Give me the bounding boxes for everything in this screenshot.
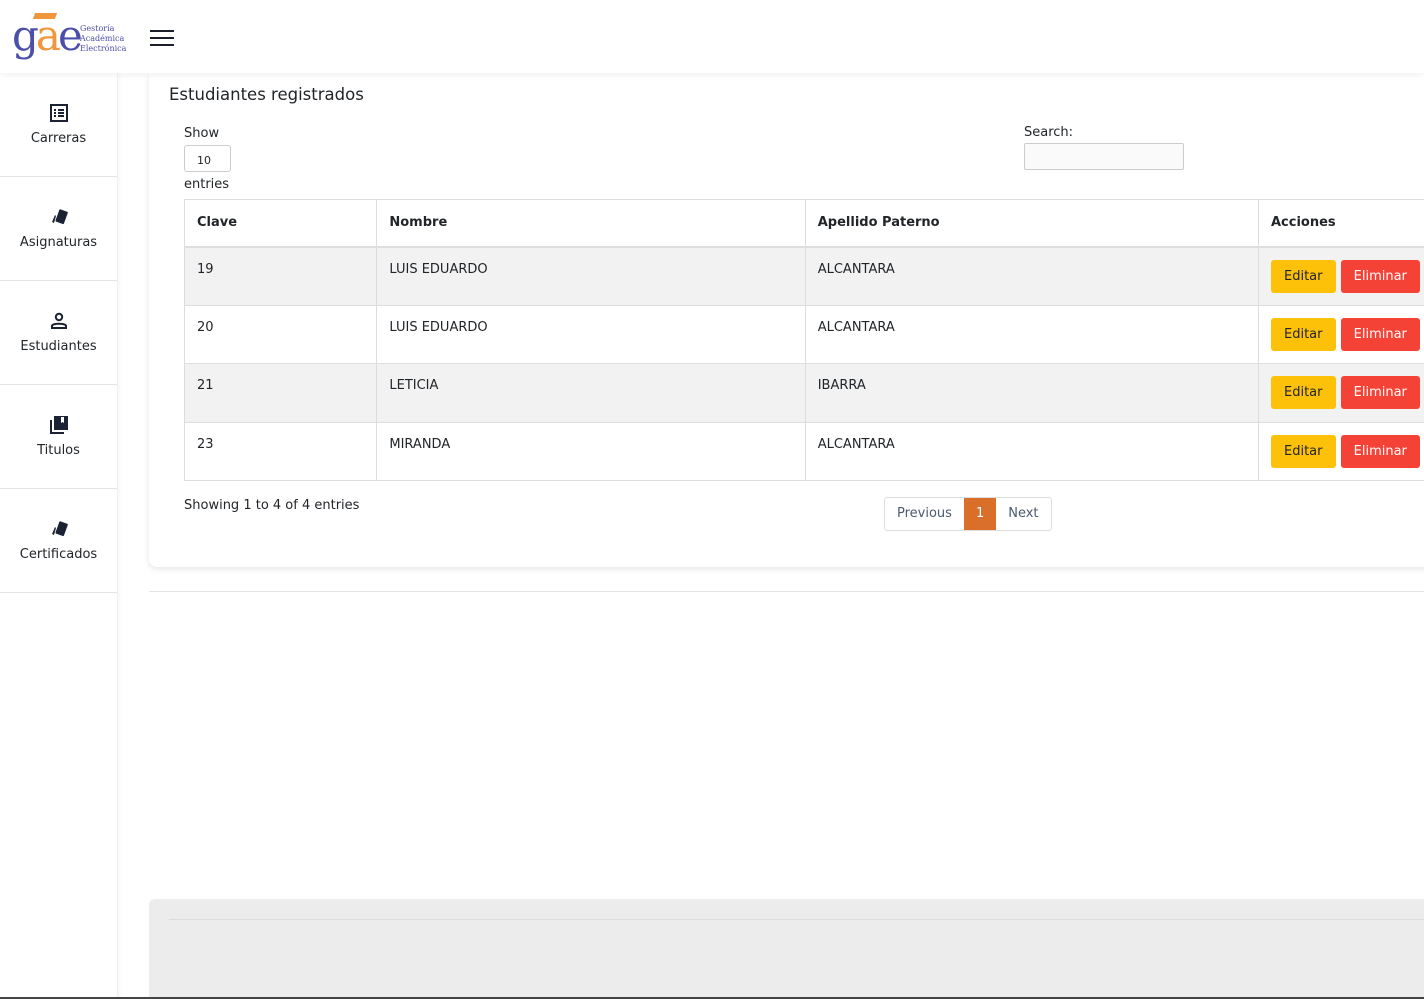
cards-icon bbox=[51, 521, 68, 537]
edit-button[interactable]: Editar bbox=[1271, 317, 1336, 351]
cell-clave: 19 bbox=[183, 246, 378, 306]
cell-clave: 21 bbox=[183, 363, 378, 423]
edit-button[interactable]: Editar bbox=[1271, 376, 1336, 409]
sidebar-item-estudiantes[interactable]: Estudiantes bbox=[0, 281, 117, 385]
library-books-icon bbox=[49, 416, 68, 434]
gae-logo[interactable]: gae Gestoría Académica Electrónica bbox=[12, 12, 127, 68]
cards-icon bbox=[51, 209, 68, 225]
cell-apellido: ALCANTARA bbox=[804, 421, 1260, 481]
students-table: Clave Nombre Apellido Paterno Acciones 1… bbox=[183, 199, 1424, 481]
divider bbox=[169, 919, 1424, 920]
entries-length-control: Show 10 entries bbox=[184, 126, 231, 192]
page-title: Estudiantes registrados bbox=[169, 85, 364, 104]
cell-apellido: IBARRA bbox=[804, 363, 1260, 423]
entries-select[interactable]: 10 bbox=[184, 145, 231, 172]
user-icon bbox=[50, 312, 67, 329]
table-row: 19 LUIS EDUARDO ALCANTARA Editar Elimina… bbox=[183, 246, 1424, 306]
hamburger-menu-icon[interactable] bbox=[150, 30, 174, 46]
cell-apellido: ALCANTARA bbox=[804, 246, 1260, 306]
column-header-nombre[interactable]: Nombre bbox=[376, 199, 806, 248]
sidebar: Carreras Asignaturas Estudiantes Titulos… bbox=[0, 73, 118, 999]
cell-nombre: LUIS EDUARDO bbox=[376, 246, 806, 306]
previous-button[interactable]: Previous bbox=[885, 498, 964, 530]
search-control: Search: bbox=[1024, 125, 1184, 170]
cell-nombre: MIRANDA bbox=[376, 421, 806, 481]
table-row: 20 LUIS EDUARDO ALCANTARA Editar Elimina… bbox=[183, 304, 1424, 364]
top-header: gae Gestoría Académica Electrónica bbox=[0, 0, 1424, 73]
delete-button[interactable]: Eliminar bbox=[1340, 434, 1420, 468]
students-card: Estudiantes registrados Show 10 entries … bbox=[149, 73, 1424, 567]
cell-acciones: Editar Eliminar bbox=[1258, 304, 1424, 364]
column-header-clave[interactable]: Clave bbox=[183, 199, 378, 248]
cell-nombre: LUIS EDUARDO bbox=[376, 304, 806, 364]
cell-apellido: ALCANTARA bbox=[804, 304, 1260, 364]
list-icon bbox=[49, 104, 68, 122]
table-row: 21 LETICIA IBARRA Editar Eliminar bbox=[183, 363, 1424, 423]
sidebar-item-asignaturas[interactable]: Asignaturas bbox=[0, 177, 117, 281]
next-button[interactable]: Next bbox=[996, 498, 1050, 530]
delete-button[interactable]: Eliminar bbox=[1340, 376, 1420, 409]
sidebar-item-certificados[interactable]: Certificados bbox=[0, 489, 117, 593]
cell-acciones: Editar Eliminar bbox=[1258, 246, 1424, 306]
column-header-apellido[interactable]: Apellido Paterno bbox=[804, 199, 1260, 248]
cell-acciones: Editar Eliminar bbox=[1258, 421, 1424, 481]
divider bbox=[149, 591, 1424, 592]
cell-clave: 23 bbox=[183, 421, 378, 481]
column-header-acciones[interactable]: Acciones bbox=[1258, 199, 1424, 248]
table-info: Showing 1 to 4 of 4 entries bbox=[184, 498, 360, 513]
sidebar-item-titulos[interactable]: Titulos bbox=[0, 385, 117, 489]
sidebar-item-carreras[interactable]: Carreras bbox=[0, 73, 117, 177]
table-row: 23 MIRANDA ALCANTARA Editar Eliminar bbox=[183, 421, 1424, 481]
page-1-button[interactable]: 1 bbox=[963, 498, 997, 530]
search-input[interactable] bbox=[1024, 143, 1184, 170]
cell-nombre: LETICIA bbox=[376, 363, 806, 423]
delete-button[interactable]: Eliminar bbox=[1340, 259, 1420, 293]
edit-button[interactable]: Editar bbox=[1271, 259, 1336, 293]
delete-button[interactable]: Eliminar bbox=[1340, 317, 1420, 351]
footer-panel bbox=[149, 899, 1424, 999]
edit-button[interactable]: Editar bbox=[1271, 434, 1336, 468]
cell-clave: 20 bbox=[183, 304, 378, 364]
cell-acciones: Editar Eliminar bbox=[1258, 363, 1424, 423]
pagination: Previous 1 Next bbox=[884, 497, 1052, 531]
